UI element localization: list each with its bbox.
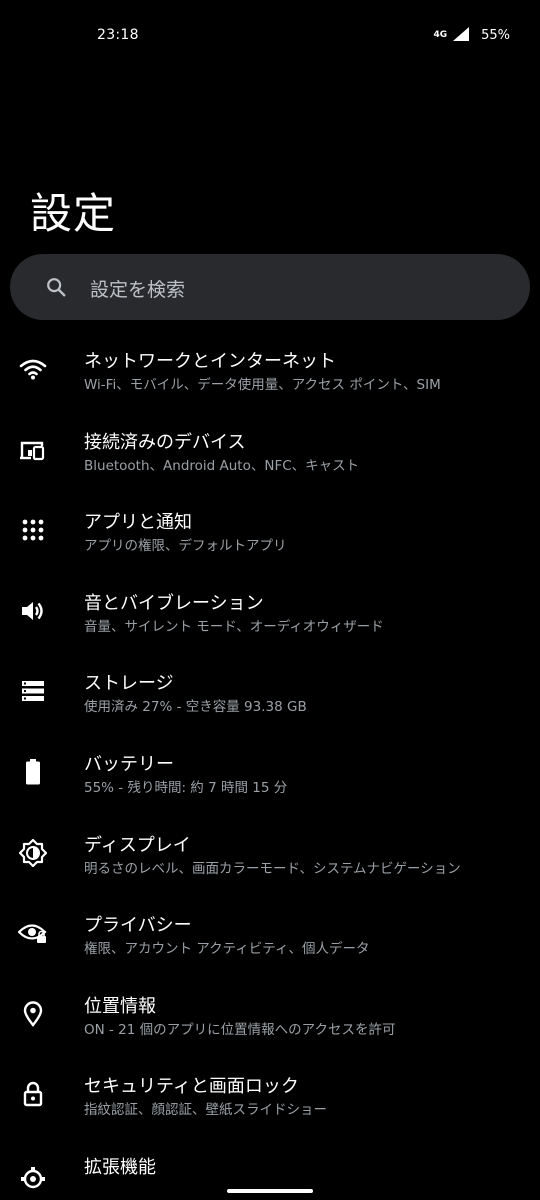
settings-item-battery[interactable]: バッテリー 55% - 残り時間: 約 7 時間 15 分	[0, 735, 540, 816]
settings-screen: 23:18 4G 55% 設定 設定を検索 ネットワークとインターネット Wi-…	[0, 0, 540, 1200]
item-title: アプリと通知	[84, 512, 192, 534]
settings-item-location[interactable]: 位置情報 ON - 21 個のアプリに位置情報へのアクセスを許可	[0, 977, 540, 1058]
item-title: 音とバイブレーション	[84, 592, 264, 614]
page-title: 設定	[30, 189, 117, 238]
item-subtitle: Wi-Fi、モバイル、データ使用量、アクセス ポイント、SIM	[84, 377, 441, 393]
wifi-icon	[18, 354, 48, 384]
item-title: ネットワークとインターネット	[84, 351, 336, 372]
settings-item-privacy[interactable]: プライバシー 権限、アカウント アクティビティ、個人データ	[0, 896, 540, 977]
item-subtitle: Bluetooth、Android Auto、NFC、キャスト	[84, 457, 360, 474]
battery-icon	[18, 757, 48, 787]
item-title: 拡張機能	[84, 1156, 156, 1178]
item-title: セキュリティと画面ロック	[84, 1076, 299, 1098]
settings-item-network[interactable]: ネットワークとインターネット Wi-Fi、モバイル、データ使用量、アクセス ポイ…	[0, 332, 540, 413]
battery-percent: 55%	[481, 28, 510, 43]
item-subtitle: 明るさのレベル、画面カラーモード、システムナビゲーション	[84, 860, 461, 877]
search-bar[interactable]: 設定を検索	[10, 254, 530, 320]
network-type: 4G	[433, 30, 448, 40]
settings-item-storage[interactable]: ストレージ 使用済み 27% - 空き容量 93.38 GB	[0, 654, 540, 735]
settings-item-display[interactable]: ディスプレイ 明るさのレベル、画面カラーモード、システムナビゲーション	[0, 816, 540, 897]
item-subtitle: 使用済み 27% - 空き容量 93.38 GB	[84, 699, 307, 716]
search-icon	[45, 276, 67, 298]
extensions-gear-icon	[18, 1164, 48, 1194]
item-title: ストレージ	[84, 673, 174, 695]
settings-list: ネットワークとインターネット Wi-Fi、モバイル、データ使用量、アクセス ポイ…	[0, 332, 540, 1200]
status-time: 23:18	[97, 27, 139, 43]
status-indicators: 4G 55%	[433, 26, 510, 45]
item-title: プライバシー	[84, 915, 192, 937]
settings-item-sound[interactable]: 音とバイブレーション 音量、サイレント モード、オーディオウィザード	[0, 574, 540, 655]
gesture-nav-handle[interactable]	[227, 1189, 313, 1193]
item-subtitle: ON - 21 個のアプリに位置情報へのアクセスを許可	[84, 1021, 396, 1038]
status-bar: 23:18 4G 55%	[0, 0, 540, 72]
lock-icon	[18, 1079, 48, 1109]
brightness-icon	[18, 838, 48, 868]
item-title: 接続済みのデバイス	[84, 431, 246, 453]
item-title: バッテリー	[84, 753, 174, 775]
settings-item-security[interactable]: セキュリティと画面ロック 指紋認証、顔認証、壁紙スライドショー	[0, 1057, 540, 1138]
item-title: 位置情報	[84, 995, 156, 1017]
apps-grid-icon	[18, 515, 48, 545]
signal-icon	[453, 26, 470, 45]
privacy-eye-icon	[18, 918, 48, 948]
storage-icon	[18, 676, 48, 706]
settings-item-apps[interactable]: アプリと通知 アプリの権限、デフォルトアプリ	[0, 493, 540, 574]
devices-icon	[18, 435, 48, 465]
volume-icon	[18, 596, 48, 626]
item-title: ディスプレイ	[84, 834, 191, 856]
location-pin-icon	[18, 999, 48, 1029]
item-subtitle: 指紋認証、顔認証、壁紙スライドショー	[84, 1102, 327, 1119]
settings-item-connected-devices[interactable]: 接続済みのデバイス Bluetooth、Android Auto、NFC、キャス…	[0, 413, 540, 494]
item-subtitle: 55% - 残り時間: 約 7 時間 15 分	[84, 779, 288, 796]
item-subtitle: 権限、アカウント アクティビティ、個人データ	[84, 941, 370, 958]
item-subtitle: アプリの権限、デフォルトアプリ	[84, 538, 287, 555]
item-subtitle: 音量、サイレント モード、オーディオウィザード	[84, 618, 384, 635]
search-placeholder: 設定を検索	[90, 279, 186, 301]
